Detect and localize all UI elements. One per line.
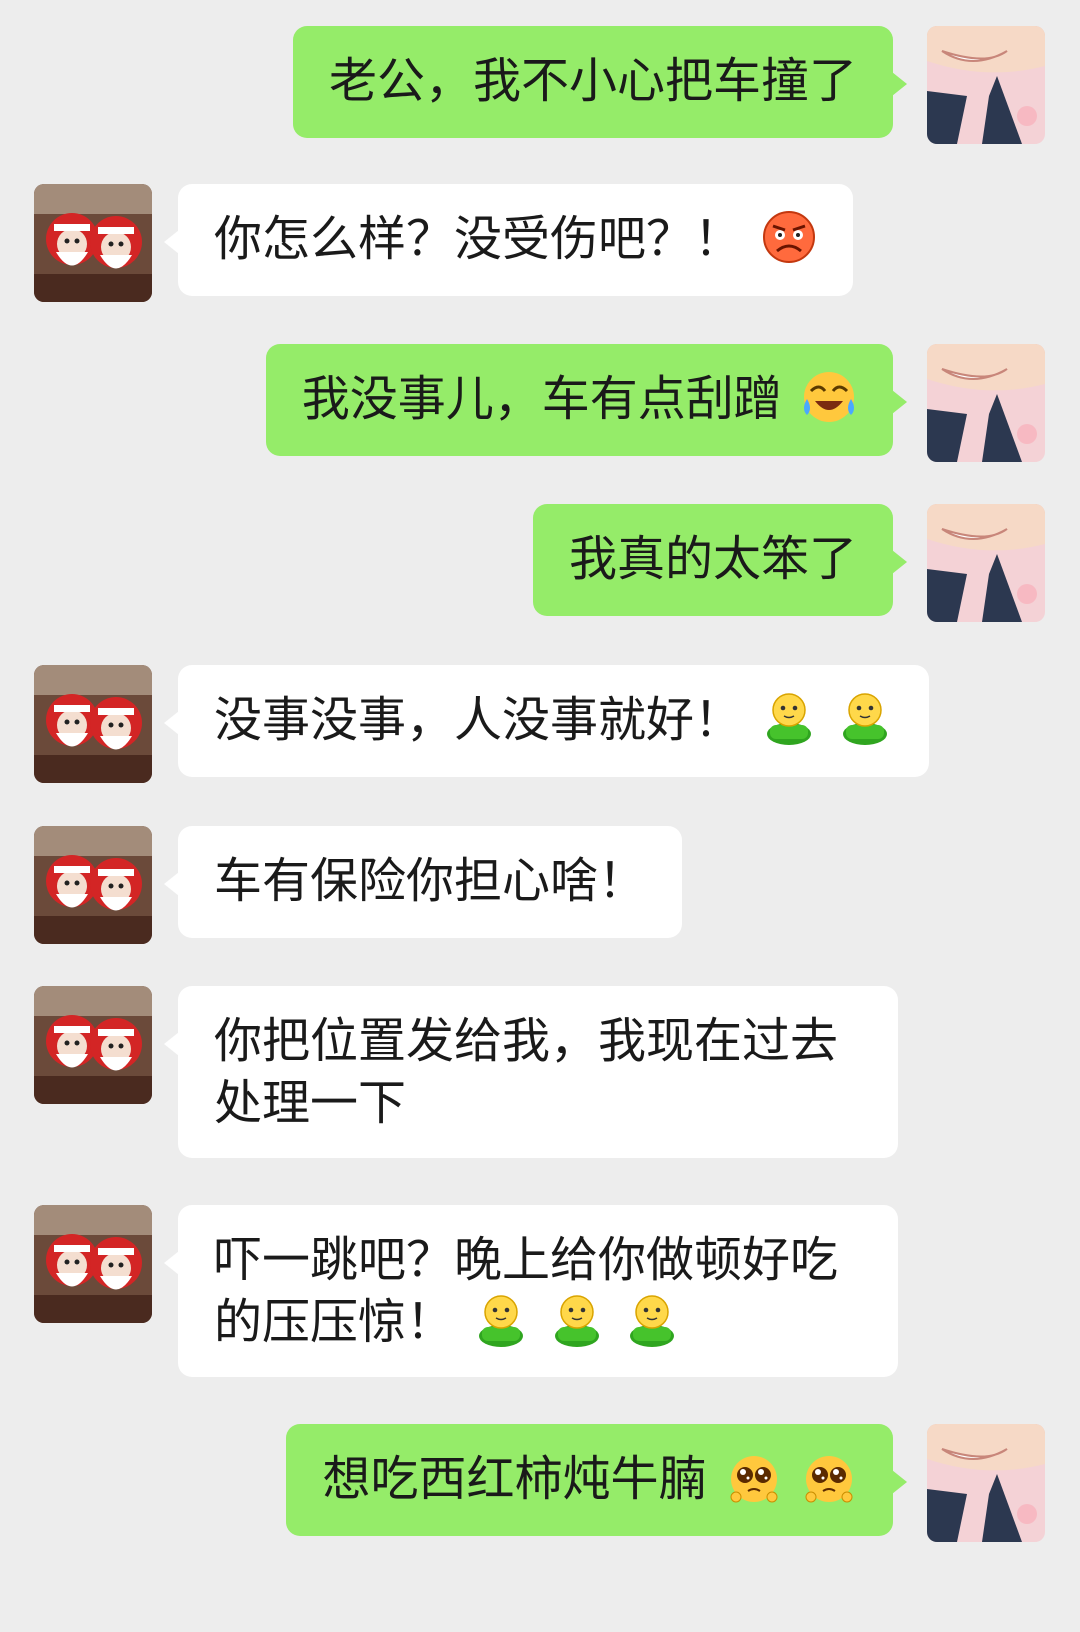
green-figure-icon [837, 690, 893, 746]
message-text: 车有保险你担心啥！ [214, 853, 647, 909]
contact-avatar[interactable] [34, 1205, 152, 1323]
contact-avatar[interactable] [34, 826, 152, 944]
contact-avatar[interactable] [34, 986, 152, 1104]
incoming-message-bubble[interactable]: 你怎么样？没受伤吧？！ [163, 184, 854, 296]
outgoing-message-bubble[interactable]: 老公，我不小心把车撞了 [292, 26, 908, 138]
green-figure-icon [624, 1292, 680, 1348]
contact-avatar[interactable] [34, 184, 152, 302]
green-figure-icon [549, 1292, 605, 1348]
contact-avatar[interactable] [34, 665, 152, 783]
outgoing-message-bubble[interactable]: 想吃西红柿炖牛腩 [286, 1424, 907, 1536]
message-text: 没事没事，人没事就好！ [214, 692, 743, 748]
pleading-face-icon [801, 1449, 857, 1505]
message-text: 我没事儿，车有点刮蹭 [301, 371, 782, 427]
message-text: 我真的太笨了 [568, 531, 857, 587]
incoming-message-bubble[interactable]: 吓一跳吧？晚上给你做顿好吃的压压惊！ [164, 1205, 898, 1377]
crying-laughing-face-icon [801, 369, 857, 425]
message-text: 你把位置发给我，我现在过去处理一下 [214, 1013, 839, 1131]
outgoing-message-bubble[interactable]: 我没事儿，车有点刮蹭 [265, 344, 908, 456]
angry-face-icon [761, 209, 817, 265]
user-avatar[interactable] [927, 344, 1045, 462]
incoming-message-bubble[interactable]: 你把位置发给我，我现在过去处理一下 [164, 986, 898, 1158]
message-text: 老公，我不小心把车撞了 [328, 53, 857, 109]
chat-transcript: 老公，我不小心把车撞了 你怎么样？没受伤吧？！ 我没事儿，车有点刮蹭 我真的太笨… [0, 0, 1080, 1632]
user-avatar[interactable] [927, 504, 1045, 622]
pleading-face-icon [726, 1449, 782, 1505]
user-avatar[interactable] [927, 1424, 1045, 1542]
message-text: 你怎么样？没受伤吧？！ [214, 211, 743, 267]
message-text: 想吃西红柿炖牛腩 [322, 1451, 707, 1507]
green-figure-icon [761, 690, 817, 746]
outgoing-message-bubble[interactable]: 我真的太笨了 [532, 504, 908, 616]
incoming-message-bubble[interactable]: 没事没事，人没事就好！ [164, 665, 929, 777]
user-avatar[interactable] [927, 26, 1045, 144]
incoming-message-bubble[interactable]: 车有保险你担心啥！ [163, 826, 683, 938]
green-figure-icon [473, 1292, 529, 1348]
